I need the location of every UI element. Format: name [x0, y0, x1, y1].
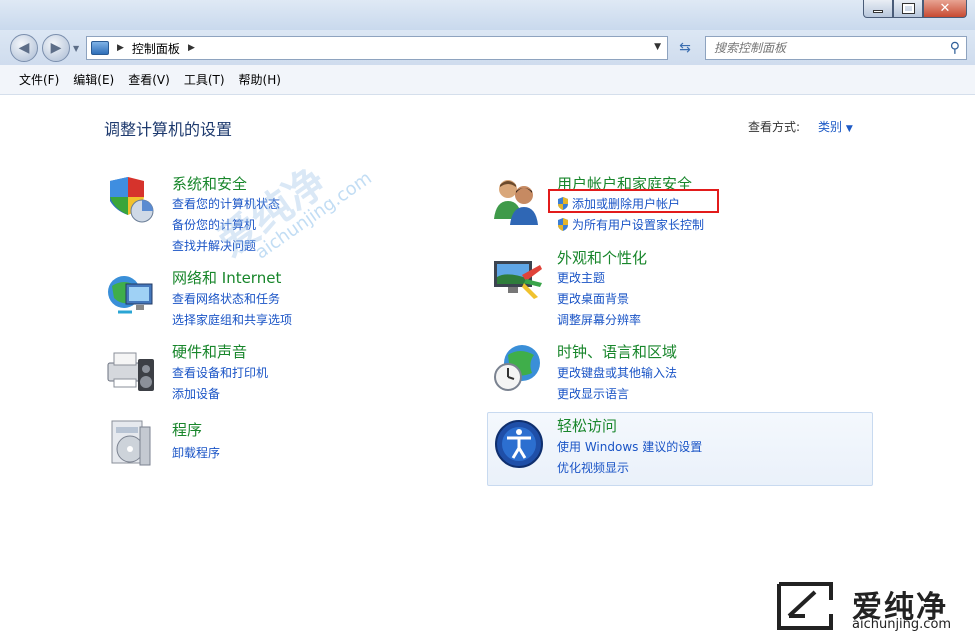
link-parental-controls[interactable]: 为所有用户设置家长控制 [557, 216, 704, 233]
link-view-network-status[interactable]: 查看网络状态和任务 [172, 290, 280, 307]
brand-logo-icon [777, 582, 833, 630]
window-controls: ✕ [863, 0, 967, 18]
menu-file[interactable]: 文件(F) [12, 71, 66, 88]
menu-bar: 文件(F) 编辑(E) 查看(V) 工具(T) 帮助(H) [0, 65, 975, 95]
control-panel-content: 调整计算机的设置 查看方式: 类别 ▼ 系统和安全 查看您的计算机状态 备份您的… [0, 95, 975, 640]
minimize-button[interactable] [863, 0, 893, 18]
link-windows-recommended-settings[interactable]: 使用 Windows 建议的设置 [557, 438, 702, 455]
category-title-hardware-sound[interactable]: 硬件和声音 [172, 341, 247, 362]
minimize-icon [873, 10, 883, 13]
search-box[interactable]: ⚲ [705, 36, 967, 60]
address-dropdown-icon[interactable]: ▼ [654, 42, 661, 52]
search-input[interactable] [714, 41, 934, 55]
link-uninstall-program[interactable]: 卸载程序 [172, 444, 220, 461]
maximize-button[interactable] [893, 0, 923, 18]
ease-of-access-icon[interactable] [493, 418, 543, 468]
search-icon[interactable]: ⚲ [950, 40, 960, 56]
menu-edit[interactable]: 编辑(E) [66, 71, 121, 88]
back-arrow-icon: ◀ [18, 40, 30, 56]
highlight-box [548, 189, 719, 213]
breadcrumb-chevron-icon[interactable]: ▶ [188, 43, 195, 53]
forward-arrow-icon: ▶ [50, 40, 62, 56]
link-change-display-language[interactable]: 更改显示语言 [557, 385, 629, 402]
link-change-theme[interactable]: 更改主题 [557, 269, 605, 286]
uac-shield-icon [558, 218, 568, 231]
menu-help[interactable]: 帮助(H) [232, 71, 288, 88]
link-add-device[interactable]: 添加设备 [172, 385, 220, 402]
refresh-button[interactable]: ⇆ [672, 36, 698, 60]
category-title-ease-of-access[interactable]: 轻松访问 [557, 415, 617, 436]
address-bar[interactable]: ▶ 控制面板 ▶ ▼ [86, 36, 668, 60]
category-title-appearance[interactable]: 外观和个性化 [557, 247, 647, 268]
navigation-bar: ◀ ▶ ▼ ▶ 控制面板 ▶ ▼ ⇆ ⚲ [0, 30, 975, 65]
menu-view[interactable]: 查看(V) [121, 71, 177, 88]
link-devices-printers[interactable]: 查看设备和打印机 [172, 364, 268, 381]
view-by-value: 类别 [818, 120, 843, 134]
link-homegroup-sharing[interactable]: 选择家庭组和共享选项 [172, 311, 292, 328]
breadcrumb-chevron-icon[interactable]: ▶ [117, 43, 124, 53]
network-internet-icon[interactable] [104, 268, 154, 318]
hardware-sound-icon[interactable] [104, 345, 154, 395]
category-title-system-security[interactable]: 系统和安全 [172, 173, 247, 194]
link-optimize-video-display[interactable]: 优化视频显示 [557, 459, 629, 476]
recent-pages-dropdown[interactable]: ▼ [73, 44, 79, 53]
breadcrumb-control-panel[interactable]: 控制面板 [132, 40, 180, 57]
chevron-down-icon: ▼ [845, 124, 853, 134]
link-adjust-resolution[interactable]: 调整屏幕分辨率 [557, 311, 641, 328]
close-button[interactable]: ✕ [923, 0, 967, 18]
category-title-clock-language-region[interactable]: 时钟、语言和区域 [557, 341, 677, 362]
view-by-dropdown[interactable]: 类别 ▼ [818, 118, 853, 135]
close-icon: ✕ [939, 1, 951, 16]
view-by-label: 查看方式: [748, 120, 801, 134]
user-accounts-icon[interactable] [490, 175, 540, 225]
control-panel-icon [91, 41, 109, 55]
refresh-icon: ⇆ [679, 40, 691, 56]
title-bar: ✕ [0, 0, 975, 30]
clock-language-region-icon[interactable] [492, 341, 542, 391]
forward-button[interactable]: ▶ [42, 34, 70, 62]
page-title: 调整计算机的设置 [104, 120, 233, 139]
category-title-network-internet[interactable]: 网络和 Internet [172, 267, 281, 288]
link-parental-controls-label: 为所有用户设置家长控制 [572, 218, 705, 232]
menu-tools[interactable]: 工具(T) [177, 71, 232, 88]
category-title-programs[interactable]: 程序 [172, 419, 202, 440]
link-change-keyboard-input[interactable]: 更改键盘或其他输入法 [557, 364, 677, 381]
link-change-desktop-background[interactable]: 更改桌面背景 [557, 290, 629, 307]
maximize-icon [901, 3, 915, 14]
back-button[interactable]: ◀ [10, 34, 38, 62]
appearance-icon[interactable] [492, 253, 542, 303]
watermark-url-text: aichunjing.com [852, 617, 952, 632]
programs-icon[interactable] [104, 417, 154, 467]
system-security-icon[interactable] [104, 175, 154, 225]
